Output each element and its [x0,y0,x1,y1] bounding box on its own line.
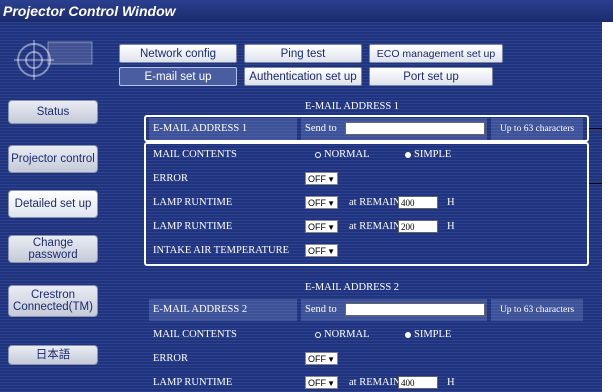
email2-lamp1-row: LAMP RUNTIME OFF ▼ at REMAIN 400 H [149,372,583,392]
email1-intake-label: INTAKE AIR TEMPERATURE [153,245,290,256]
email2-send-to-cell: Send to [301,299,487,321]
sidebar-item-crestron[interactable]: Crestron Connected(TM) [8,285,98,317]
email1-send-to-cell: Send to [301,118,487,140]
email1-lamp2-remain-input[interactable]: 200 [398,220,438,233]
chevron-down-icon: ▼ [327,247,335,256]
email1-lamp2-select[interactable]: OFF ▼ [305,220,338,233]
email2-simple-label: SIMPLE [414,329,452,340]
email2-error-row: ERROR OFF ▼ [149,348,583,370]
email1-mail-contents-options: NORMAL SIMPLE [301,144,487,166]
email2-lamp1-remain-input[interactable]: 400 [398,376,438,389]
email1-error-row: ERROR OFF ▼ [149,168,583,190]
email1-simple-radio[interactable] [405,152,411,158]
email1-lamp1-label: LAMP RUNTIME [153,197,233,208]
email1-limit-note: Up to 63 characters [491,118,583,140]
email1-lamp2-label: LAMP RUNTIME [153,221,233,232]
email2-send-to-label: Send to [305,304,337,315]
email1-send-to-label: Send to [305,123,337,134]
email2-mail-contents-label: MAIL CONTENTS [153,329,237,340]
chevron-down-icon: ▼ [327,223,335,232]
email1-address-label: E-MAIL ADDRESS 1 [149,118,297,140]
email2-lamp1-remain-label: at REMAIN [349,377,401,388]
email1-intake-select[interactable]: OFF ▼ [305,244,338,257]
sidebar-item-projector-control[interactable]: Projector control [8,145,98,173]
tab-authentication-setup[interactable]: Authentication set up [244,67,362,86]
email2-error-select[interactable]: OFF ▼ [305,352,338,365]
tab-ping-test[interactable]: Ping test [244,44,362,63]
email1-lamp2-unit: H [447,221,455,232]
email1-lamp2-row: LAMP RUNTIME OFF ▼ at REMAIN 200 H [149,216,583,238]
callout-line-1 [589,128,602,129]
email1-lamp1-remain-label: at REMAIN [349,197,401,208]
email1-lamp2-remain-label: at REMAIN [349,221,401,232]
email1-address-row: E-MAIL ADDRESS 1 Send to Up to 63 charac… [149,118,583,140]
email2-lamp1-select[interactable]: OFF ▼ [305,376,338,389]
chevron-down-icon: ▼ [327,199,335,208]
email2-address-row: E-MAIL ADDRESS 2 Send to Up to 63 charac… [149,299,583,321]
email1-mail-contents-row: MAIL CONTENTS NORMAL SIMPLE [149,144,583,166]
email1-simple-label: SIMPLE [414,149,452,160]
sidebar-item-change-password[interactable]: Change password [8,235,98,263]
sidebar-item-status[interactable]: Status [8,100,98,124]
tab-network-config[interactable]: Network config [119,44,237,63]
email1-normal-label: NORMAL [324,149,370,160]
chevron-down-icon: ▼ [327,379,335,388]
callout-line-2 [589,183,602,184]
email1-error-label: ERROR [153,173,189,184]
email2-lamp1-label: LAMP RUNTIME [153,377,233,388]
email2-mail-contents-row: MAIL CONTENTS NORMAL SIMPLE [149,324,583,346]
tab-email-setup[interactable]: E-mail set up [119,67,237,86]
email1-error-select[interactable]: OFF ▼ [305,172,338,185]
email1-lamp1-unit: H [447,197,455,208]
email2-error-label: ERROR [153,353,189,364]
email2-send-to-input[interactable] [345,303,485,316]
email1-normal-radio[interactable] [315,152,321,158]
email1-send-to-input[interactable] [345,122,485,135]
email1-lamp1-select[interactable]: OFF ▼ [305,196,338,209]
email1-mail-contents-label: MAIL CONTENTS [153,149,237,160]
email2-normal-radio[interactable] [315,332,321,338]
email1-intake-row: INTAKE AIR TEMPERATURE OFF ▼ [149,240,583,262]
email2-simple-radio[interactable] [405,332,411,338]
chevron-down-icon: ▼ [327,175,335,184]
tab-port-setup[interactable]: Port set up [369,67,493,86]
email1-lamp1-remain-input[interactable]: 400 [398,196,438,209]
email1-section-title: E-MAIL ADDRESS 1 [304,101,400,112]
email2-section-title: E-MAIL ADDRESS 2 [304,282,400,293]
email2-lamp1-unit: H [447,377,455,388]
sidebar-item-detailed-setup[interactable]: Detailed set up [8,190,98,218]
email1-lamp1-row: LAMP RUNTIME OFF ▼ at REMAIN 400 H [149,192,583,214]
sidebar-item-japanese[interactable]: 日本語 [8,345,98,365]
window-title: Projector Control Window [0,0,613,22]
email2-limit-note: Up to 63 characters [491,299,583,321]
tab-eco-management[interactable]: ECO management set up [369,44,503,63]
projector-logo-icon [14,40,93,80]
email2-normal-label: NORMAL [324,329,370,340]
app-body: Status Projector control Detailed set up… [0,22,602,392]
chevron-down-icon: ▼ [327,355,335,364]
email2-address-label: E-MAIL ADDRESS 2 [149,299,297,321]
